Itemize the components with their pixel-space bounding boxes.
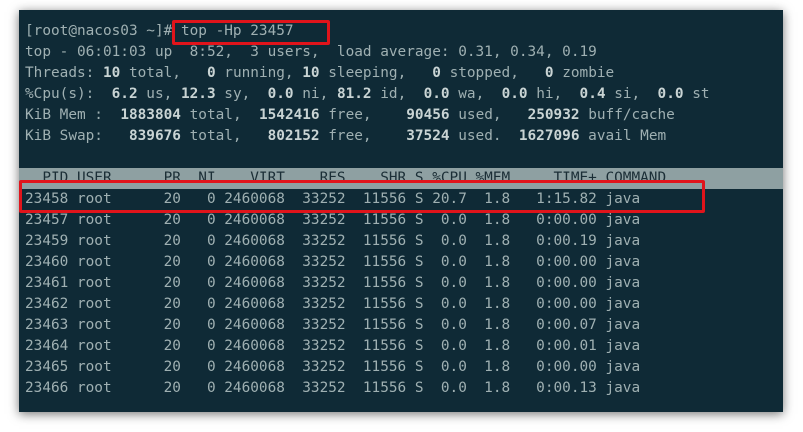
table-row[interactable]: 23463 root 20 0 2460068 33252 11556 S 0.… — [25, 315, 640, 336]
command-highlight-box — [172, 20, 330, 45]
cpu-line: %Cpu(s): 6.2 us, 12.3 sy, 0.0 ni, 81.2 i… — [25, 86, 710, 102]
table-row[interactable]: 23464 root 20 0 2460068 33252 11556 S 0.… — [25, 336, 640, 357]
table-row[interactable]: 23465 root 20 0 2460068 33252 11556 S 0.… — [25, 357, 640, 378]
table-row[interactable]: 23459 root 20 0 2460068 33252 11556 S 0.… — [25, 231, 640, 252]
table-row[interactable]: 23460 root 20 0 2460068 33252 11556 S 0.… — [25, 252, 640, 273]
table-row[interactable]: 23457 root 20 0 2460068 33252 11556 S 0.… — [25, 210, 640, 231]
threads-line: Threads: 10 total, 0 running, 10 sleepin… — [25, 65, 615, 81]
shell-prompt: [root@nacos03 ~]# — [25, 23, 181, 39]
memory-line: KiB Mem : 1883804 total, 1542416 free, 9… — [25, 107, 675, 123]
top-uptime-line: top - 06:01:03 up 8:52, 3 users, load av… — [25, 44, 597, 60]
table-row[interactable]: 23461 root 20 0 2460068 33252 11556 S 0.… — [25, 273, 640, 294]
swap-line: KiB Swap: 839676 total, 802152 free, 375… — [25, 128, 667, 144]
table-row[interactable]: 23466 root 20 0 2460068 33252 11556 S 0.… — [25, 378, 640, 399]
row-highlight-box — [19, 180, 705, 213]
table-row[interactable]: 23462 root 20 0 2460068 33252 11556 S 0.… — [25, 294, 640, 315]
